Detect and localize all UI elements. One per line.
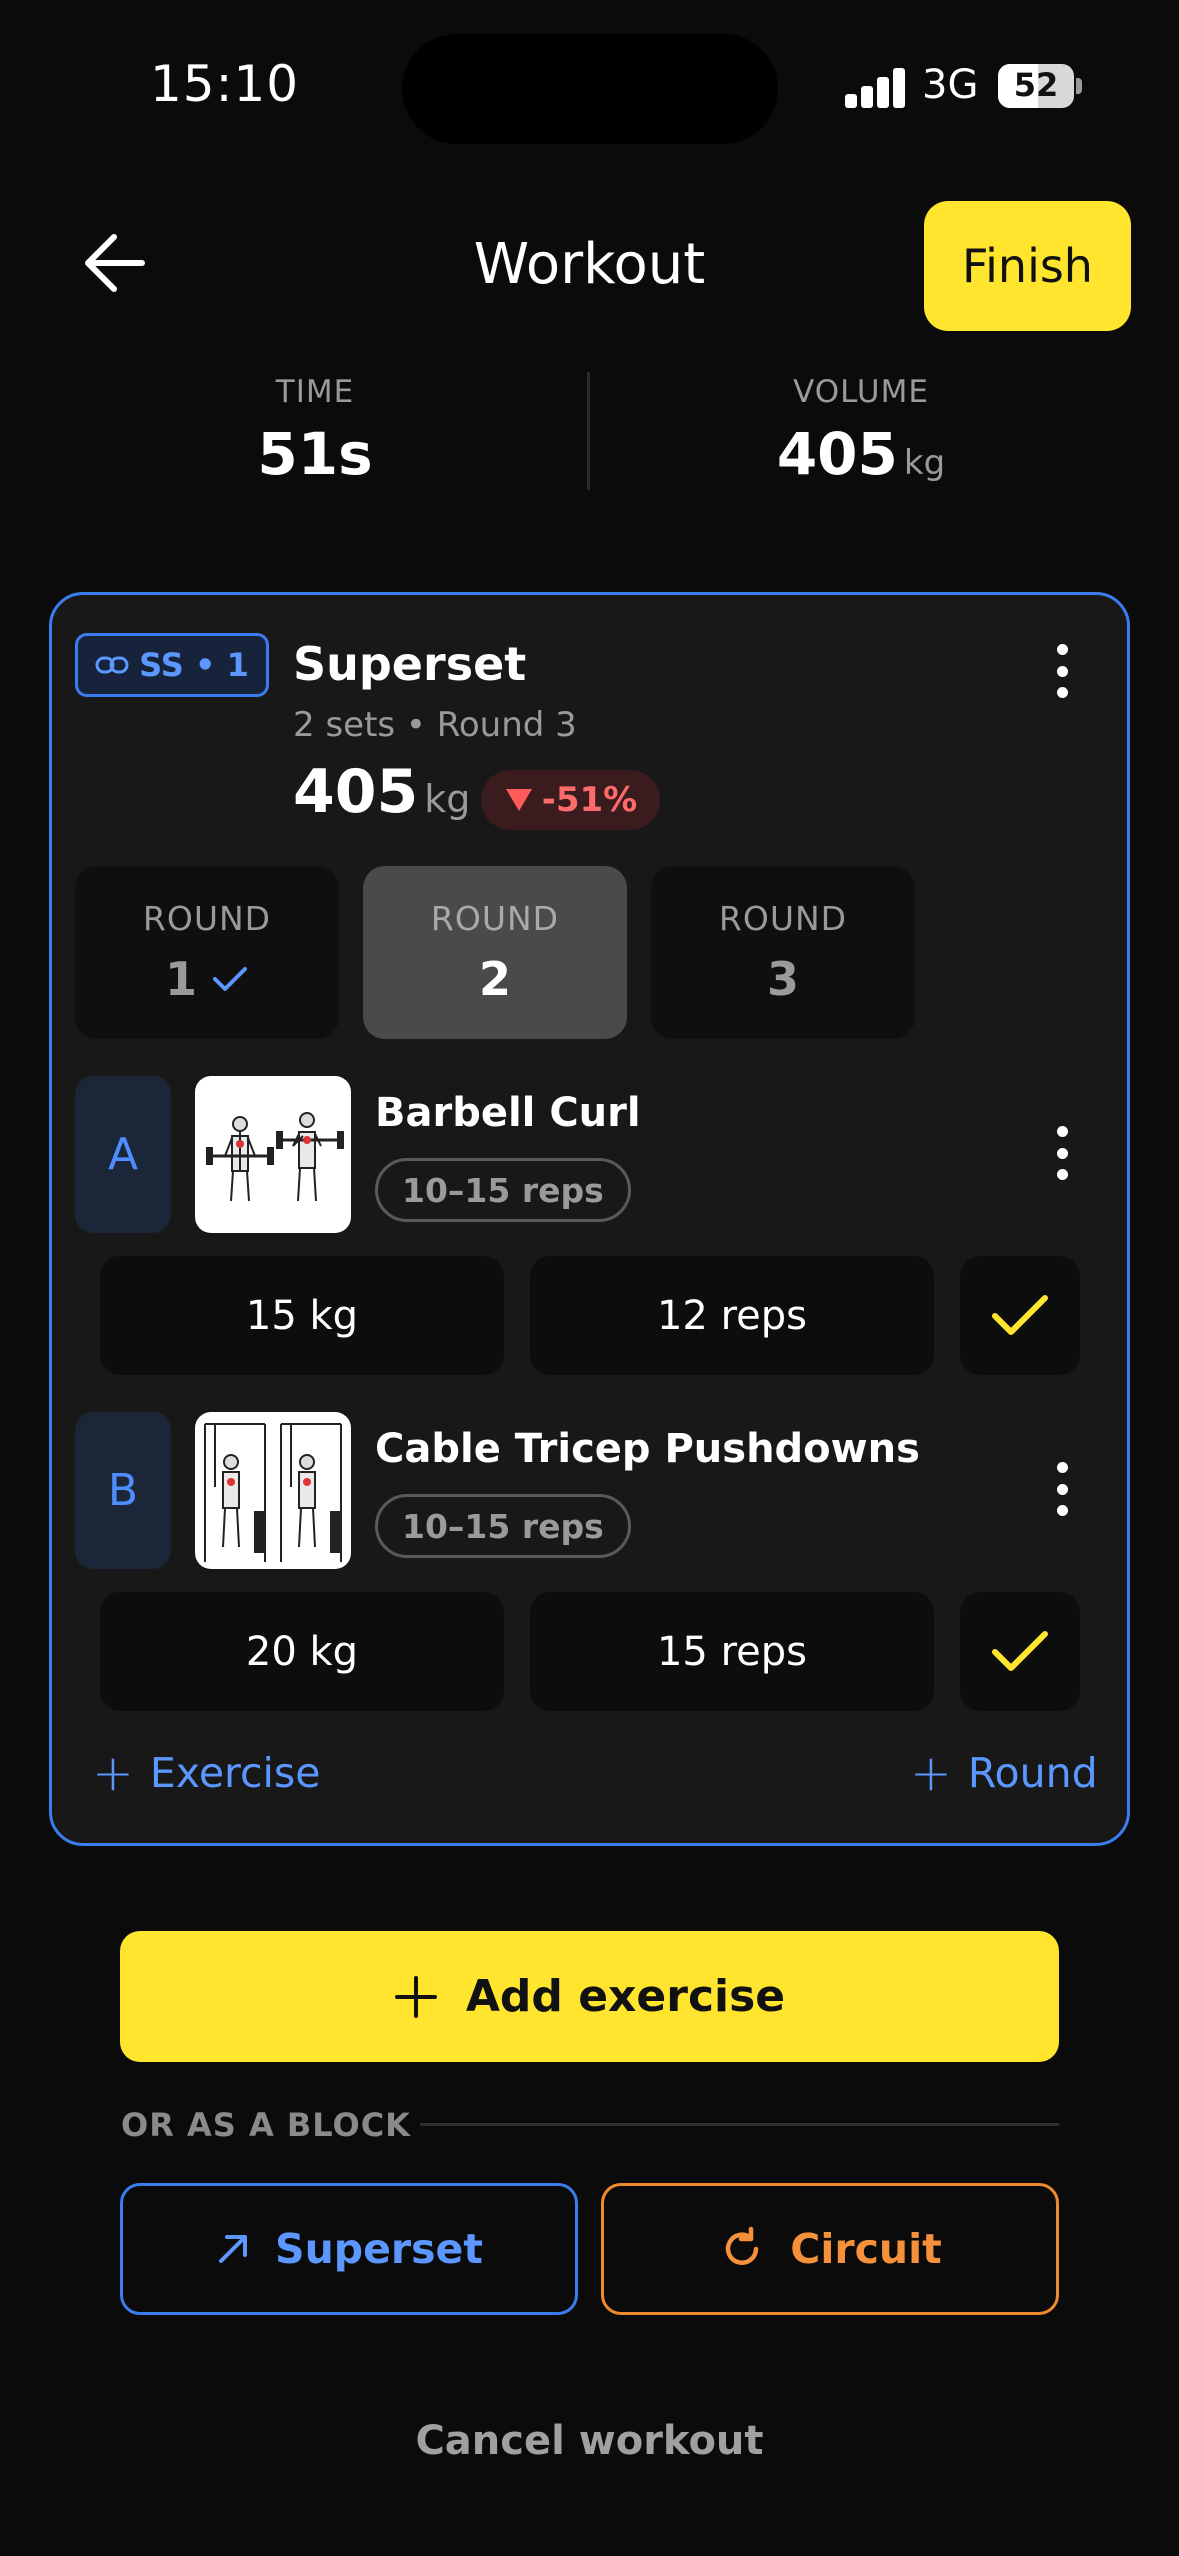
exercise-menu-button[interactable] [1042, 1118, 1082, 1188]
superset-title: Superset [293, 637, 527, 691]
network-type: 3G [922, 62, 979, 108]
add-circuit-button[interactable]: Circuit [601, 2183, 1059, 2315]
check-icon [213, 967, 247, 991]
superset-badge[interactable]: SS • 1 [75, 633, 269, 697]
add-exercise-label: Exercise [149, 1749, 321, 1797]
check-icon [992, 1294, 1048, 1335]
weight-input[interactable]: 15 kg [100, 1256, 504, 1375]
exercise-letter-a: A [75, 1076, 171, 1233]
round-tab-2[interactable]: ROUND 2 [363, 866, 627, 1039]
superset-volume-value: 405 [293, 757, 419, 827]
triangle-down-icon [505, 789, 532, 811]
volume-value: 405 [776, 420, 898, 488]
rep-range-badge: 10–15 reps [375, 1494, 631, 1558]
superset-menu-button[interactable] [1042, 636, 1082, 706]
exercise-thumbnail-cable-pushdown[interactable] [195, 1412, 351, 1569]
plus-icon: + [92, 1744, 134, 1802]
add-exercise-button-label: Add exercise [465, 1971, 786, 2022]
add-round-label: Round [967, 1749, 1098, 1797]
time-stat: TIME 51s [0, 374, 630, 488]
finish-button[interactable]: Finish [924, 201, 1131, 331]
exercise-thumbnail-barbell-curl[interactable] [195, 1076, 351, 1233]
round-label: ROUND [430, 899, 560, 938]
battery-tip [1076, 78, 1082, 94]
superset-volume: 405 kg [293, 757, 470, 827]
round-label: ROUND [142, 899, 272, 938]
or-block-divider [420, 2123, 1059, 2126]
plus-icon [394, 1975, 437, 2018]
add-round-button[interactable]: + Round [910, 1748, 1098, 1798]
volume-delta: -51% [541, 780, 638, 820]
add-exercise-button[interactable]: Add exercise [120, 1931, 1059, 2062]
time-label: TIME [275, 374, 355, 410]
complete-set-button[interactable] [960, 1592, 1080, 1711]
reps-input[interactable]: 12 reps [530, 1256, 934, 1375]
add-superset-button[interactable]: Superset [120, 2183, 578, 2315]
rep-range-badge: 10–15 reps [375, 1158, 631, 1222]
round-label: ROUND [718, 899, 848, 938]
round-tab-1[interactable]: ROUND 1 [75, 866, 339, 1039]
arrow-up-right-icon [219, 2235, 248, 2263]
circuit-button-label: Circuit [790, 2225, 942, 2273]
battery-icon: 52 [998, 64, 1074, 108]
exercise-letter-b: B [75, 1412, 171, 1569]
exercise-menu-button[interactable] [1042, 1454, 1082, 1524]
reps-input[interactable]: 15 reps [530, 1592, 934, 1711]
complete-set-button[interactable] [960, 1256, 1080, 1375]
signal-icon [845, 66, 907, 108]
exercise-name[interactable]: Cable Tricep Pushdowns [375, 1426, 920, 1472]
add-exercise-to-superset-button[interactable]: + Exercise [92, 1748, 321, 1798]
link-icon [95, 656, 129, 674]
round-number: 3 [766, 952, 799, 1006]
superset-button-label: Superset [275, 2225, 483, 2273]
superset-badge-label: SS • 1 [139, 646, 249, 684]
volume-delta-badge: -51% [481, 770, 660, 830]
plus-icon: + [910, 1744, 952, 1802]
volume-stat: VOLUME 405 kg [546, 374, 1176, 488]
battery-level: 52 [1013, 66, 1059, 104]
round-number: 2 [478, 952, 511, 1006]
refresh-icon [726, 2226, 759, 2265]
volume-label: VOLUME [793, 374, 929, 410]
check-icon [992, 1630, 1048, 1671]
cancel-workout-button[interactable]: Cancel workout [0, 2418, 1179, 2464]
dynamic-island [402, 34, 778, 144]
status-time: 15:10 [150, 55, 300, 113]
superset-subtitle: 2 sets • Round 3 [293, 705, 577, 745]
round-tab-3[interactable]: ROUND 3 [651, 866, 915, 1039]
volume-unit: kg [903, 443, 946, 483]
exercise-name[interactable]: Barbell Curl [375, 1090, 641, 1136]
or-block-label: OR AS A BLOCK [121, 2106, 411, 2144]
round-number: 1 [165, 952, 249, 1006]
time-value: 51s [257, 420, 373, 488]
weight-input[interactable]: 20 kg [100, 1592, 504, 1711]
superset-volume-unit: kg [424, 777, 471, 821]
